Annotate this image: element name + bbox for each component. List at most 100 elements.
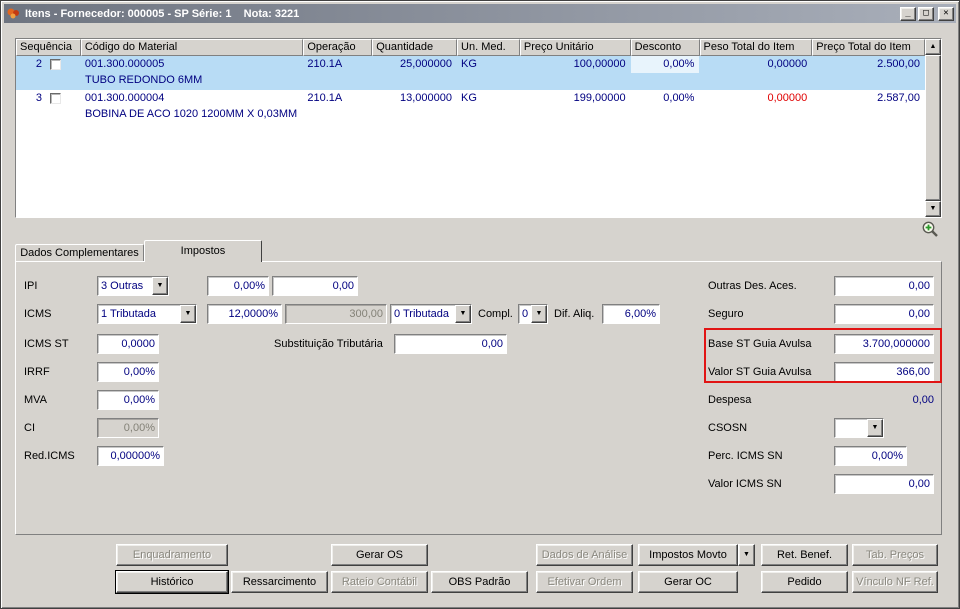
- ressarcimento-button[interactable]: Ressarcimento: [231, 571, 328, 593]
- material-code: 001.300.000005: [84, 58, 165, 70]
- grid-row-selected[interactable]: 2 001.300.000005 210.1A 25,000000 KG 100…: [16, 56, 925, 90]
- efetivar-ordem-button: Efetivar Ordem: [536, 571, 633, 593]
- maximize-button[interactable]: □: [918, 6, 934, 21]
- historico-button[interactable]: Histórico: [116, 571, 228, 593]
- chevron-down-icon[interactable]: ▼: [867, 419, 883, 437]
- ipi-valor-input[interactable]: [272, 276, 358, 296]
- row-sequence: 3: [35, 92, 42, 104]
- csosn-select[interactable]: ▼: [834, 418, 884, 438]
- red-icms-input[interactable]: [97, 446, 164, 466]
- outras-label: Outras Des. Aces.: [708, 280, 797, 292]
- grid-header: Sequência Código do Material Operação Qu…: [16, 39, 925, 56]
- icms-base-input: [285, 304, 387, 324]
- icms-label: ICMS: [24, 308, 52, 320]
- compl-value: 0: [522, 308, 529, 320]
- col-header-desconto[interactable]: Desconto: [630, 39, 700, 56]
- icms-type-select[interactable]: 1 Tributada ▼: [97, 304, 197, 324]
- unit-value: KG: [461, 58, 477, 70]
- gerar-os-button[interactable]: Gerar OS: [331, 544, 428, 566]
- enquadramento-button: Enquadramento: [116, 544, 228, 566]
- scrollbar-thumb[interactable]: [925, 55, 941, 201]
- weight-total-value: 0,00000: [767, 58, 808, 70]
- gerar-oc-button[interactable]: Gerar OC: [638, 571, 738, 593]
- dif-aliq-input[interactable]: [602, 304, 660, 324]
- grid-row[interactable]: 3 001.300.000004 210.1A 13,000000 KG 199…: [16, 90, 925, 124]
- items-window: Itens - Fornecedor: 000005 - SP Série: 1…: [0, 0, 960, 609]
- tab-impostos[interactable]: Impostos: [144, 240, 262, 262]
- despesa-value: 0,00: [912, 394, 934, 406]
- tab-precos-button: Tab. Preços: [852, 544, 938, 566]
- csosn-label: CSOSN: [708, 422, 748, 434]
- discount-value: 0,00%: [630, 56, 700, 73]
- icms-type-value: 1 Tributada: [101, 308, 157, 320]
- substituicao-input[interactable]: [394, 334, 507, 354]
- irrf-label: IRRF: [24, 366, 50, 378]
- ci-input: [97, 418, 159, 438]
- chevron-down-icon[interactable]: ▼: [455, 305, 471, 323]
- despesa-label: Despesa: [708, 394, 752, 406]
- material-description: TUBO REDONDO 6MM: [85, 74, 203, 86]
- red-icms-label: Red.ICMS: [24, 450, 75, 462]
- minimize-button[interactable]: _: [900, 6, 916, 21]
- weight-total-value: 0,00000: [767, 92, 808, 104]
- seguro-input[interactable]: [834, 304, 934, 324]
- scroll-up-icon[interactable]: ▲: [925, 39, 941, 55]
- vinculo-nf-button: Vínculo NF Ref.: [852, 571, 938, 593]
- vertical-scrollbar[interactable]: ▲ ▼: [925, 39, 941, 217]
- ipi-type-value: 3 Outras: [101, 280, 144, 292]
- pedido-button[interactable]: Pedido: [761, 571, 848, 593]
- base-st-guia-label: Base ST Guia Avulsa: [708, 338, 812, 350]
- dados-analise-button: Dados de Análise: [536, 544, 633, 566]
- window-title: Itens - Fornecedor: 000005 - SP Série: 1…: [25, 7, 300, 20]
- material-code: 001.300.000004: [84, 92, 165, 104]
- quantity-value: 13,000000: [400, 92, 452, 104]
- icms-type2-select[interactable]: 0 Tributada ▼: [390, 304, 472, 324]
- col-header-preco-total[interactable]: Preço Total do Item: [812, 39, 925, 56]
- tab-dados-complementares[interactable]: Dados Complementares: [15, 244, 144, 261]
- col-header-codigo[interactable]: Código do Material: [80, 39, 304, 56]
- valor-st-guia-input[interactable]: [834, 362, 934, 382]
- icms-aliquota-input[interactable]: [207, 304, 282, 324]
- dif-aliq-label: Dif. Aliq.: [554, 308, 595, 320]
- col-header-preco-unitario[interactable]: Preço Unitário: [519, 39, 631, 56]
- col-header-unmed[interactable]: Un. Med.: [457, 39, 520, 56]
- ipi-type-select[interactable]: 3 Outras ▼: [97, 276, 169, 296]
- col-header-operacao[interactable]: Operação: [303, 39, 373, 56]
- chevron-down-icon[interactable]: ▼: [152, 277, 168, 295]
- row-checkbox[interactable]: [49, 93, 61, 104]
- col-header-sequencia[interactable]: Sequência: [16, 39, 81, 56]
- mva-input[interactable]: [97, 390, 159, 410]
- compl-label: Compl.: [478, 308, 513, 320]
- obs-padrao-button[interactable]: OBS Padrão: [431, 571, 528, 593]
- icms-st-label: ICMS ST: [24, 338, 69, 350]
- col-header-peso-total[interactable]: Peso Total do Item: [699, 39, 813, 56]
- chevron-down-icon[interactable]: ▼: [531, 305, 547, 323]
- ipi-label: IPI: [24, 280, 38, 292]
- unit-value: KG: [461, 92, 477, 104]
- close-button[interactable]: ✕: [938, 6, 954, 21]
- unit-price-value: 100,00000: [573, 58, 626, 70]
- price-total-value: 2.500,00: [877, 58, 920, 70]
- irrf-input[interactable]: [97, 362, 159, 382]
- quantity-value: 25,000000: [400, 58, 452, 70]
- icms-st-input[interactable]: [97, 334, 159, 354]
- outras-input[interactable]: [834, 276, 934, 296]
- impostos-movto-dropdown-icon[interactable]: ▼: [738, 544, 755, 566]
- compl-select[interactable]: 0 ▼: [518, 304, 548, 324]
- chevron-down-icon[interactable]: ▼: [180, 305, 196, 323]
- titlebar[interactable]: Itens - Fornecedor: 000005 - SP Série: 1…: [4, 4, 956, 23]
- items-grid: Sequência Código do Material Operação Qu…: [15, 38, 942, 218]
- zoom-icon[interactable]: [921, 220, 939, 238]
- material-description: BOBINA DE ACO 1020 1200MM X 0,03MM: [85, 108, 298, 120]
- valor-icms-sn-input[interactable]: [834, 474, 934, 494]
- base-st-guia-input[interactable]: [834, 334, 934, 354]
- ret-benef-button[interactable]: Ret. Benef.: [761, 544, 848, 566]
- scroll-down-icon[interactable]: ▼: [925, 201, 941, 217]
- row-checkbox[interactable]: [49, 59, 61, 70]
- impostos-movto-button[interactable]: Impostos Movto: [638, 544, 738, 566]
- col-header-quantidade[interactable]: Quantidade: [372, 39, 458, 56]
- unit-price-value: 199,00000: [573, 92, 626, 104]
- ipi-aliquota-input[interactable]: [207, 276, 269, 296]
- icms-type2-value: 0 Tributada: [394, 308, 450, 320]
- perc-icms-sn-input[interactable]: [834, 446, 907, 466]
